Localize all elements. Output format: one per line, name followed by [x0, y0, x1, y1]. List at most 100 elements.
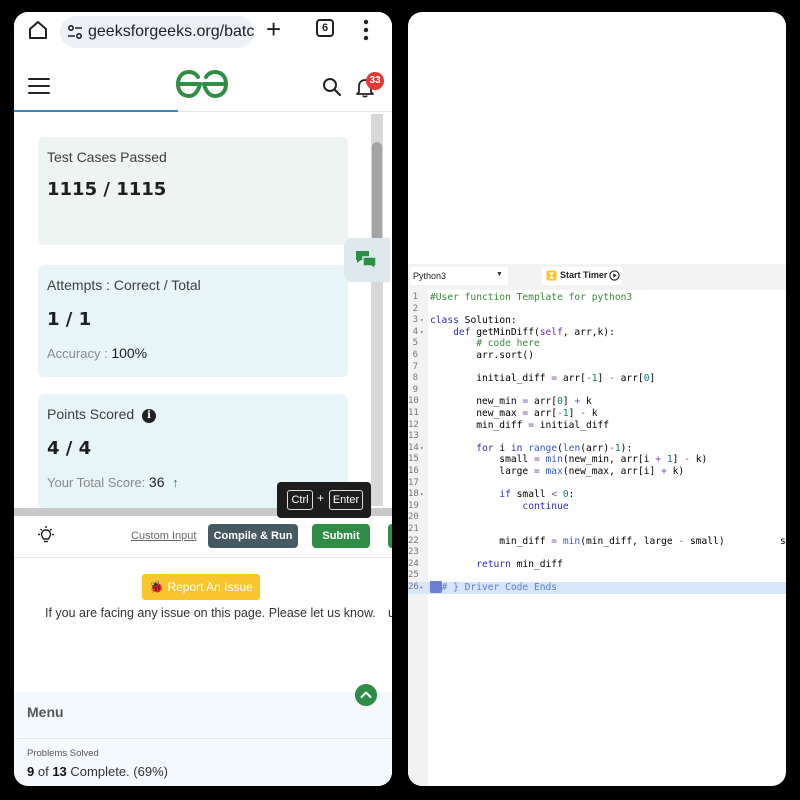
code-line[interactable]: 1 #User function Template for python3: [408, 292, 786, 304]
custom-input-link[interactable]: Custom Input: [131, 530, 196, 542]
of-text: of: [37, 764, 49, 779]
line-number: 5: [412, 338, 418, 349]
search-icon[interactable]: [322, 77, 342, 97]
code-line[interactable]: 4 ▾ def getMinDiff(self, arr,k):: [408, 327, 786, 339]
code-line[interactable]: 7: [408, 362, 786, 374]
code-editor[interactable]: 1 #User function Template for python3 2 3 ▾ c…: [408, 292, 786, 608]
menu-title[interactable]: Menu: [27, 704, 64, 720]
start-timer-button[interactable]: Start Timer: [542, 267, 622, 285]
fold-arrow-icon[interactable]: ▾: [420, 443, 424, 455]
code-line[interactable]: 9: [408, 385, 786, 397]
new-tab-icon[interactable]: +: [266, 14, 281, 44]
points-label-row: Points Scored i: [47, 406, 157, 423]
timer-label: Start Timer: [560, 270, 608, 280]
address-bar[interactable]: geeksforgeeks.org/batc: [60, 16, 254, 48]
line-number: 21: [408, 524, 419, 534]
code-line[interactable]: 10 new_min = arr[0] + k: [408, 396, 786, 408]
code-line[interactable]: 8 initial_diff = arr[-1] - arr[0]: [408, 373, 786, 385]
chat-button[interactable]: [344, 238, 390, 282]
line-number: 6: [412, 350, 418, 360]
menu-section: Menu Problems Solved 9 of 13 Complete. (…: [14, 692, 392, 786]
code-line[interactable]: 6 arr.sort(): [408, 350, 786, 362]
code-line[interactable]: 20: [408, 512, 786, 524]
line-number: 11: [408, 408, 419, 418]
lightbulb-icon[interactable]: [34, 524, 58, 548]
scroll-to-top-button[interactable]: [355, 684, 377, 706]
total-score-value: 36: [148, 474, 165, 490]
code-line[interactable]: 3 ▾ class Solution:: [408, 315, 786, 327]
total-score-label: Your Total Score:: [47, 475, 146, 490]
code-line[interactable]: 16 large = max(new_max, arr[i] + k): [408, 466, 786, 478]
gfg-logo[interactable]: [174, 68, 230, 100]
report-section: 🐞 Report An Issue If you are facing any …: [14, 560, 392, 692]
tab-switcher-button[interactable]: 6: [316, 19, 334, 37]
line-number: 14: [408, 442, 419, 453]
attempts-card: Attempts : Correct / Total 1 / 1 Accurac…: [38, 265, 348, 377]
language-value: Python3: [413, 271, 447, 281]
code-line[interactable]: 11 new_max = arr[-1] - k: [408, 408, 786, 420]
line-number: 16: [408, 466, 419, 476]
code-line[interactable]: 21: [408, 524, 786, 536]
code-line[interactable]: 18 ▾ if small < 0:: [408, 489, 786, 501]
points-value: 4 / 4: [47, 438, 92, 459]
fold-arrow-icon[interactable]: ▾: [420, 315, 424, 327]
line-number: 2: [412, 303, 418, 314]
code-line[interactable]: 25: [408, 570, 786, 582]
next-button-edge[interactable]: [388, 524, 392, 548]
code-line[interactable]: 14 ▾ for i in range(len(arr)-1):: [408, 443, 786, 455]
code-text: #User function Template for python3: [430, 292, 633, 303]
code-text: def getMinDiff(self, arr,k):: [453, 326, 615, 338]
code-line[interactable]: 23: [408, 547, 786, 559]
line-number: 26: [408, 582, 419, 592]
play-circle-icon: [609, 270, 620, 281]
home-icon[interactable]: [26, 18, 50, 42]
code-line[interactable]: 26 ▸ ██# } Driver Code Ends: [408, 582, 786, 594]
code-line[interactable]: 22 min_diff = min(min_diff, large - smal…: [408, 536, 786, 548]
ctrl-key: Ctrl: [287, 490, 313, 510]
url-text: geeksforgeeks.org/batc: [88, 23, 254, 40]
hamburger-menu-icon[interactable]: [28, 78, 50, 94]
code-line[interactable]: 15 small = min(new_min, arr[i + 1] - k): [408, 454, 786, 466]
test-cases-card: Test Cases Passed 1115 / 1115: [38, 137, 348, 245]
code-text: ██# } Driver Code Ends: [430, 582, 558, 593]
test-cases-value: 1115 / 1115: [47, 179, 167, 200]
info-icon[interactable]: i: [142, 409, 157, 423]
attempts-label: Attempts : Correct / Total: [47, 277, 201, 293]
hourglass-icon: [546, 270, 557, 281]
code-text: # code here: [476, 338, 540, 350]
overflow-char: s: [780, 535, 786, 547]
more-options-icon[interactable]: [360, 17, 372, 43]
fold-arrow-icon[interactable]: ▾: [420, 327, 424, 339]
dropdown-caret-icon: ▼: [496, 271, 503, 278]
code-text: arr.sort(): [430, 350, 534, 361]
code-text: large = max(new_max, arr[i] + k): [430, 466, 685, 477]
compile-run-button[interactable]: Compile & Run: [208, 524, 298, 548]
complete-text: Complete. (69%): [70, 764, 168, 779]
code-line[interactable]: 13: [408, 431, 786, 443]
code-line[interactable]: 5 # code here: [408, 338, 786, 350]
code-line[interactable]: 24 return min_diff: [408, 559, 786, 571]
test-cases-label: Test Cases Passed: [47, 149, 167, 165]
chat-bubbles-icon: [356, 251, 377, 271]
code-line[interactable]: 2: [408, 304, 786, 316]
code-text: continue: [522, 500, 569, 512]
solved-count: 9: [27, 764, 35, 779]
scrollbar-thumb[interactable]: [372, 142, 382, 252]
code-line[interactable]: 12 min_diff = initial_diff: [408, 420, 786, 432]
line-number: 19: [408, 500, 419, 511]
problems-solved-value: 9 of 13 Complete. (69%): [27, 764, 168, 779]
enter-key: Enter: [329, 490, 363, 510]
line-number: 20: [408, 512, 419, 523]
line-number: 12: [408, 419, 419, 430]
code-line[interactable]: 19 continue: [408, 501, 786, 513]
language-select[interactable]: Python3 ▼: [410, 267, 508, 285]
line-number: 7: [412, 361, 418, 372]
code-line[interactable]: 17: [408, 478, 786, 490]
line-number: 1: [412, 292, 418, 302]
fold-arrow-icon[interactable]: ▸: [420, 582, 424, 594]
fold-arrow-icon[interactable]: ▾: [420, 489, 424, 501]
site-settings-icon[interactable]: [66, 23, 84, 41]
report-issue-button[interactable]: 🐞 Report An Issue: [142, 574, 260, 600]
line-number: 13: [408, 431, 419, 442]
submit-button[interactable]: Submit: [312, 524, 370, 548]
